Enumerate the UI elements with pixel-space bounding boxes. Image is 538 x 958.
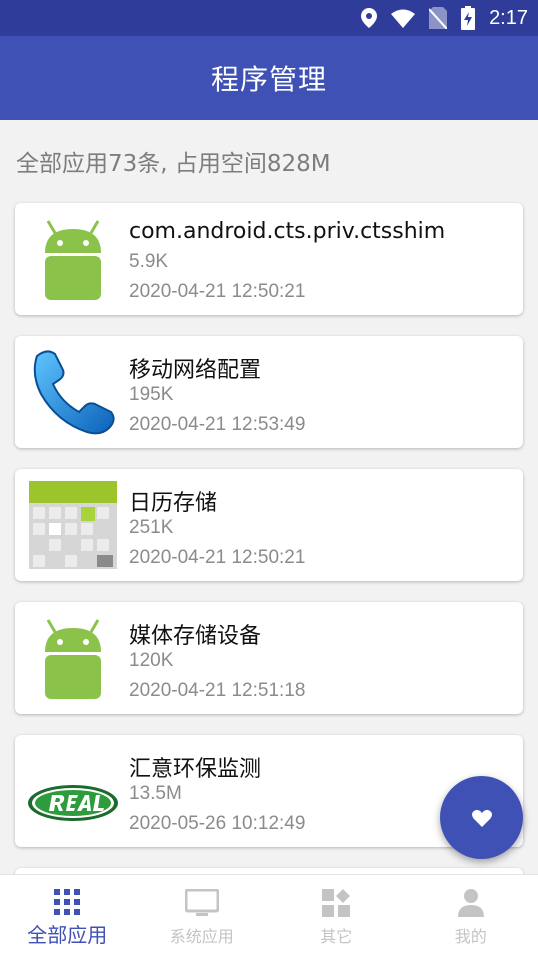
app-install-date: 2020-04-21 12:51:18 — [129, 680, 306, 701]
monitor-icon — [184, 889, 219, 916]
app-size: 120K — [129, 650, 174, 671]
favorite-fab-button[interactable] — [440, 776, 523, 859]
app-name: 汇意环保监测 — [129, 757, 262, 782]
app-size: 13.5M — [129, 783, 182, 804]
app-name: 媒体存储设备 — [129, 624, 262, 649]
app-install-date: 2020-04-21 12:50:21 — [129, 547, 306, 568]
location-icon — [361, 8, 378, 28]
app-card[interactable]: 日历存储 251K 2020-04-21 12:50:21 — [15, 469, 523, 581]
grid-icon — [54, 889, 81, 915]
app-bar: 程序管理 — [0, 36, 538, 120]
nav-tab-system-apps[interactable]: 系统应用 — [135, 875, 270, 958]
app-card[interactable]: com.android.cts.priv.ctsshim 5.9K 2020-0… — [15, 203, 523, 315]
app-size: 251K — [129, 517, 174, 538]
nav-label: 系统应用 — [169, 927, 234, 946]
heart-icon — [471, 809, 492, 827]
app-name: com.android.cts.priv.ctsshim — [129, 219, 446, 244]
app-card[interactable]: 移动网络配置 195K 2020-04-21 12:53:49 — [15, 336, 523, 448]
no-sim-icon — [429, 7, 448, 29]
page-title: 程序管理 — [210, 63, 327, 96]
status-bar: 2:17 — [0, 0, 538, 36]
app-size: 195K — [129, 384, 174, 405]
real-logo-icon — [28, 785, 118, 821]
phone-handset-icon — [33, 350, 115, 435]
bottom-navigation: 全部应用 系统应用 其它 我的 — [0, 874, 538, 958]
app-install-date: 2020-04-21 12:50:21 — [129, 281, 306, 302]
android-robot-icon — [45, 220, 101, 300]
apps-summary: 全部应用73条, 占用空间828M — [16, 151, 331, 177]
apps-icon — [322, 889, 351, 917]
wifi-icon — [391, 9, 416, 28]
nav-label: 全部应用 — [27, 923, 108, 947]
status-time: 2:17 — [489, 6, 528, 29]
app-card[interactable]: 媒体存储设备 120K 2020-04-21 12:51:18 — [15, 602, 523, 714]
nav-label: 其它 — [320, 927, 353, 946]
app-size: 5.9K — [129, 251, 169, 272]
nav-label: 我的 — [454, 927, 487, 946]
app-install-date: 2020-05-26 10:12:49 — [129, 813, 306, 834]
person-icon — [457, 889, 484, 917]
calendar-icon — [29, 481, 117, 569]
android-robot-icon — [45, 619, 101, 699]
app-name: 移动网络配置 — [129, 358, 262, 383]
nav-tab-mine[interactable]: 我的 — [404, 875, 538, 958]
nav-tab-all-apps[interactable]: 全部应用 — [0, 875, 135, 958]
nav-tab-other[interactable]: 其它 — [269, 875, 404, 958]
app-install-date: 2020-04-21 12:53:49 — [129, 414, 306, 435]
battery-charging-icon — [461, 6, 476, 30]
app-name: 日历存储 — [129, 491, 218, 516]
